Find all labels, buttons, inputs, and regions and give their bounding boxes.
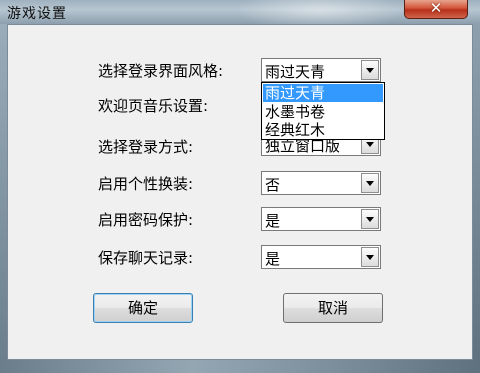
save-chat-dropdown-button[interactable] <box>361 247 379 267</box>
password-protect-select[interactable]: 是 <box>261 207 381 231</box>
password-protect-value: 是 <box>265 212 281 230</box>
password-protect-dropdown-button[interactable] <box>361 209 379 229</box>
chevron-down-icon <box>366 142 374 147</box>
cancel-button[interactable]: 取消 <box>283 293 383 323</box>
login-style-dropdown-list: 雨过天青 水墨书卷 经典红木 <box>261 82 385 140</box>
custom-outfit-dropdown-button[interactable] <box>361 173 379 193</box>
welcome-music-label: 欢迎页音乐设置: <box>98 97 209 115</box>
window-frame-bottom <box>0 360 480 373</box>
login-style-dropdown-button[interactable] <box>361 60 379 80</box>
dropdown-option-yuguotianqing[interactable]: 雨过天青 <box>263 84 383 102</box>
login-style-value: 雨过天青 <box>265 63 326 81</box>
dropdown-option-shuimoshujuan[interactable]: 水墨书卷 <box>263 103 383 121</box>
save-chat-label: 保存聊天记录: <box>98 249 194 267</box>
settings-dialog: 选择登录界面风格: 雨过天青 欢迎页音乐设置: 选择登录方式: 独立窗口版 启用… <box>7 24 473 360</box>
save-chat-select[interactable]: 是 <box>261 245 381 269</box>
ok-button[interactable]: 确定 <box>93 293 193 323</box>
chevron-down-icon <box>366 68 374 73</box>
title-bar[interactable]: 游戏设置 ✕ <box>0 0 480 24</box>
close-button[interactable]: ✕ <box>404 0 468 19</box>
custom-outfit-value: 否 <box>265 176 281 194</box>
custom-outfit-select[interactable]: 否 <box>261 171 381 195</box>
close-icon: ✕ <box>429 0 443 17</box>
save-chat-value: 是 <box>265 250 281 268</box>
login-method-label: 选择登录方式: <box>98 138 194 156</box>
login-style-select[interactable]: 雨过天青 <box>261 58 381 82</box>
chevron-down-icon <box>366 217 374 222</box>
login-style-label: 选择登录界面风格: <box>98 62 224 80</box>
password-protect-label: 启用密码保护: <box>98 211 194 229</box>
chevron-down-icon <box>366 255 374 260</box>
chevron-down-icon <box>366 181 374 186</box>
window-frame-right <box>473 24 480 373</box>
dropdown-option-jingdianhongmu[interactable]: 经典红木 <box>263 121 383 139</box>
custom-outfit-label: 启用个性换装: <box>98 175 194 193</box>
window-frame-left <box>0 24 7 373</box>
window-title: 游戏设置 <box>7 6 67 22</box>
